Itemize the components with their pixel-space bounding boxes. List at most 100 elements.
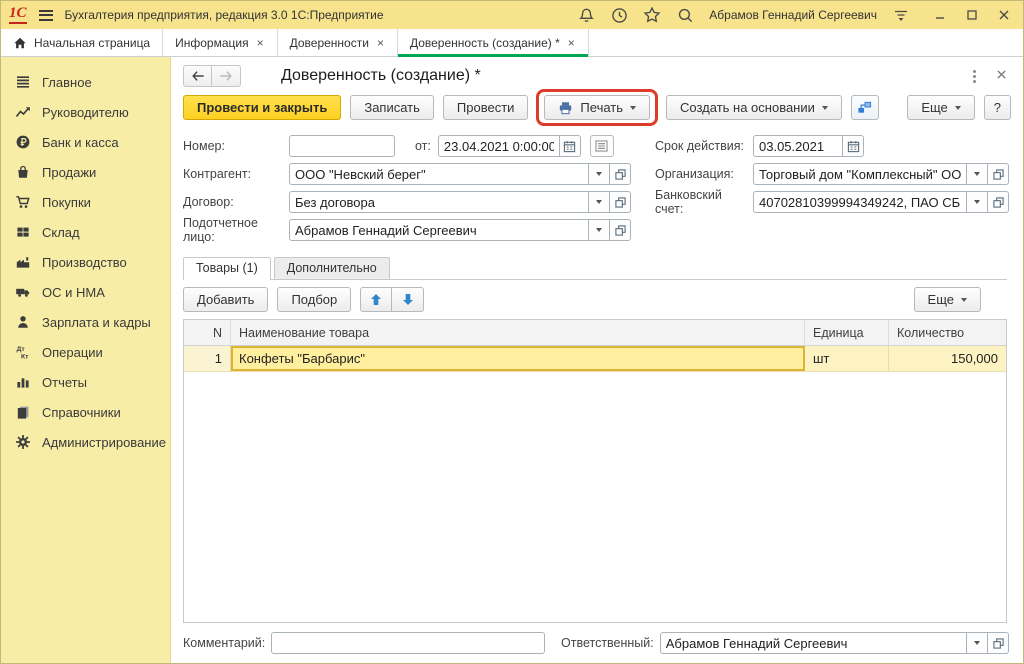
document-structure-icon (857, 100, 872, 115)
dropdown-button[interactable] (967, 191, 988, 213)
more-button[interactable]: Еще (907, 95, 974, 120)
sidebar-item-spravochniki[interactable]: Справочники (1, 397, 170, 427)
sidebar-item-bank-kassa[interactable]: Банк и касса (1, 127, 170, 157)
calendar-button[interactable] (560, 135, 581, 157)
table-row[interactable]: 1 Конфеты "Барбарис" шт 150,000 (184, 346, 1006, 372)
tab-close-icon[interactable]: × (256, 36, 265, 50)
items-more-button[interactable]: Еще (914, 287, 981, 312)
dropdown-button[interactable] (967, 632, 988, 654)
form-title: Доверенность (создание) * (281, 67, 481, 85)
notifications-bell-icon[interactable] (577, 6, 595, 24)
dropdown-button[interactable] (967, 163, 988, 185)
contract-input[interactable] (289, 191, 589, 213)
sidebar-item-administrirovanie[interactable]: Администрирование (1, 427, 170, 457)
date-input[interactable] (438, 135, 560, 157)
comment-input[interactable] (271, 632, 545, 654)
dropdown-button[interactable] (589, 191, 610, 213)
pick-items-button[interactable]: Подбор (277, 287, 351, 312)
move-up-button[interactable] (360, 287, 392, 312)
form-menu-dots-icon[interactable] (971, 68, 978, 85)
sidebar-item-zarplata-kadry[interactable]: Зарплата и кадры (1, 307, 170, 337)
bank-account-input[interactable] (753, 191, 967, 213)
open-item-button[interactable] (610, 219, 631, 241)
close-window-icon[interactable] (995, 6, 1013, 24)
open-item-button[interactable] (988, 191, 1009, 213)
counterparty-input[interactable] (289, 163, 589, 185)
dt-kt-icon: ДтКт (15, 344, 31, 360)
tab-dovernnosti[interactable]: Доверенности × (278, 29, 398, 56)
tab-close-icon[interactable]: × (567, 36, 576, 50)
tab-goods[interactable]: Товары (1) (183, 257, 271, 280)
main-menu-icon[interactable] (39, 10, 53, 21)
organization-label: Организация: (655, 167, 753, 181)
dropdown-button[interactable] (589, 219, 610, 241)
item-name-cell[interactable]: Конфеты "Барбарис" (231, 346, 805, 371)
open-link-icon (993, 197, 1004, 208)
valid-until-input[interactable] (753, 135, 843, 157)
responsible-input[interactable] (660, 632, 967, 654)
document-numbering-button[interactable] (590, 135, 614, 157)
open-item-button[interactable] (610, 163, 631, 185)
service-settings-icon[interactable] (892, 6, 910, 24)
calendar-button[interactable] (843, 135, 864, 157)
accountable-person-input[interactable] (289, 219, 589, 241)
open-item-button[interactable] (610, 191, 631, 213)
tab-doverennost-creation[interactable]: Доверенность (создание) * × (398, 29, 589, 56)
history-clock-icon[interactable] (610, 6, 628, 24)
open-item-button[interactable] (988, 163, 1009, 185)
bank-account-label: Банковский счет: (655, 188, 753, 216)
forward-button[interactable] (212, 65, 241, 87)
move-down-button[interactable] (392, 287, 424, 312)
minimize-icon[interactable] (931, 6, 949, 24)
write-button[interactable]: Записать (350, 95, 434, 120)
help-button[interactable]: ? (984, 95, 1011, 120)
warehouse-boxes-icon (15, 224, 31, 240)
organization-input[interactable] (753, 163, 967, 185)
book-icon (15, 404, 31, 420)
tab-information[interactable]: Информация × (163, 29, 278, 56)
sidebar-item-glavnoe[interactable]: Главное (1, 67, 170, 97)
tab-close-icon[interactable]: × (376, 36, 385, 50)
column-header-n: N (184, 320, 231, 345)
person-icon (15, 314, 31, 330)
bank-account-field (753, 191, 1009, 213)
responsible-field (660, 632, 1009, 654)
sidebar-item-label: Продажи (42, 165, 96, 180)
current-user[interactable]: Абрамов Геннадий Сергеевич (709, 8, 877, 22)
dropdown-arrow-icon (955, 106, 961, 110)
create-based-on-button[interactable]: Создать на основании (666, 95, 842, 120)
sidebar-item-label: Администрирование (42, 435, 166, 450)
add-row-button[interactable]: Добавить (183, 287, 268, 312)
form-close-icon[interactable] (996, 67, 1007, 85)
comment-label: Комментарий: (183, 636, 271, 650)
dropdown-button[interactable] (589, 163, 610, 185)
post-and-close-button[interactable]: Провести и закрыть (183, 95, 341, 120)
sidebar-item-operacii[interactable]: ДтКт Операции (1, 337, 170, 367)
tab-additional[interactable]: Дополнительно (274, 257, 390, 279)
unit-cell[interactable]: шт (805, 346, 889, 371)
open-item-button[interactable] (988, 632, 1009, 654)
search-icon[interactable] (676, 6, 694, 24)
number-input[interactable] (289, 135, 395, 157)
related-documents-button[interactable] (851, 95, 879, 120)
open-link-icon (993, 638, 1004, 649)
maximize-icon[interactable] (963, 6, 981, 24)
sidebar-item-prodazhi[interactable]: Продажи (1, 157, 170, 187)
sidebar-item-pokupki[interactable]: Покупки (1, 187, 170, 217)
sidebar-item-otchety[interactable]: Отчеты (1, 367, 170, 397)
favorites-star-icon[interactable] (643, 6, 661, 24)
sidebar-item-os-nma[interactable]: ОС и НМА (1, 277, 170, 307)
sidebar-item-proizvodstvo[interactable]: Производство (1, 247, 170, 277)
post-button[interactable]: Провести (443, 95, 529, 120)
app-title: Бухгалтерия предприятия, редакция 3.0 1С… (65, 8, 384, 22)
print-button[interactable]: Печать (544, 95, 650, 120)
sidebar-item-rukovoditelyu[interactable]: Руководителю (1, 97, 170, 127)
quantity-cell[interactable]: 150,000 (889, 346, 1006, 371)
back-button[interactable] (183, 65, 212, 87)
form-header: Доверенность (создание) * (171, 57, 1023, 89)
tab-home[interactable]: Начальная страница (1, 29, 163, 56)
sidebar-item-sklad[interactable]: Склад (1, 217, 170, 247)
menu-lines-icon (15, 74, 31, 90)
open-link-icon (993, 169, 1004, 180)
row-number-cell[interactable]: 1 (184, 346, 231, 371)
